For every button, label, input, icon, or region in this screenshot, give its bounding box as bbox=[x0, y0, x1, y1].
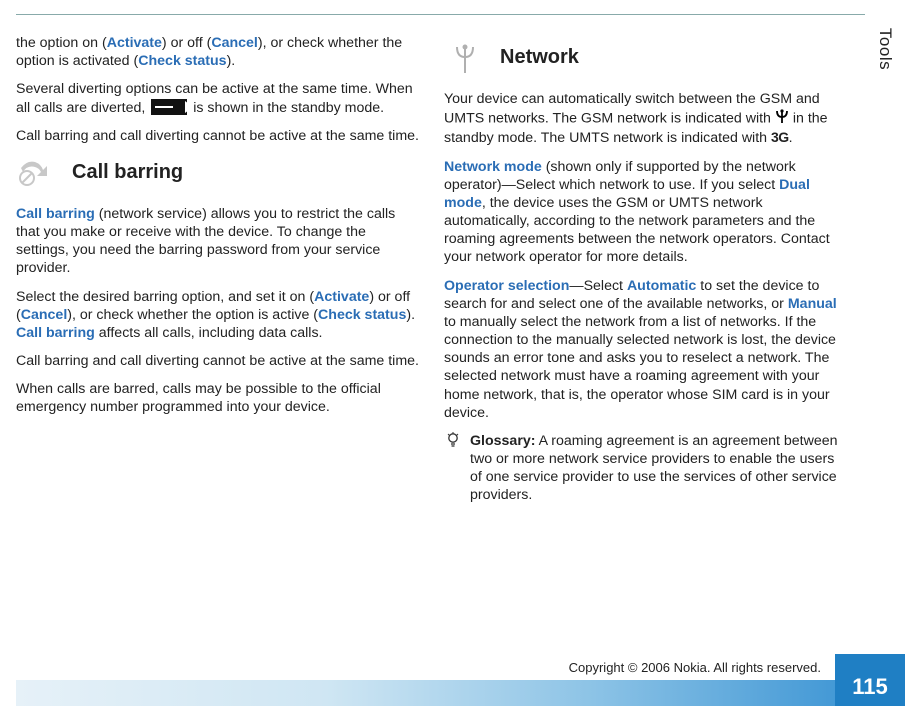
copyright-text: Copyright © 2006 Nokia. All rights reser… bbox=[569, 660, 821, 675]
top-rule bbox=[16, 14, 865, 15]
text: is shown in the standby mode. bbox=[189, 100, 384, 116]
heading: Network bbox=[500, 45, 579, 71]
glossary-block: Glossary: A roaming agreement is an agre… bbox=[444, 432, 848, 505]
text: affects all calls, including data calls. bbox=[95, 325, 323, 341]
copyright-line: Copyright © 2006 Nokia. All rights reser… bbox=[16, 654, 905, 680]
text: ). bbox=[227, 53, 236, 69]
left-column: the option on (Activate) or off (Cancel)… bbox=[16, 34, 420, 622]
paragraph: Call barring (network service) allows yo… bbox=[16, 205, 420, 278]
keyword-call-barring: Call barring bbox=[16, 325, 95, 341]
section-heading-call-barring: Call barring bbox=[16, 155, 420, 191]
glossary-label: Glossary: bbox=[470, 433, 535, 449]
content-columns: the option on (Activate) or off (Cancel)… bbox=[16, 22, 865, 622]
keyword-cancel: Cancel bbox=[21, 307, 68, 323]
keyword-check-status: Check status bbox=[318, 307, 406, 323]
paragraph: the option on (Activate) or off (Cancel)… bbox=[16, 34, 420, 70]
paragraph: Several diverting options can be active … bbox=[16, 80, 420, 116]
glossary-text: Glossary: A roaming agreement is an agre… bbox=[470, 432, 848, 505]
antenna-icon bbox=[444, 40, 486, 76]
paragraph: When calls are barred, calls may be poss… bbox=[16, 380, 420, 416]
threeg-icon: 3G bbox=[771, 129, 789, 145]
paragraph: Network mode (shown only if supported by… bbox=[444, 158, 848, 267]
keyword-activate: Activate bbox=[314, 289, 369, 305]
text: , the device uses the GSM or UMTS networ… bbox=[444, 195, 830, 266]
section-tab-label: Tools bbox=[875, 28, 895, 70]
text: to manually select the network from a li… bbox=[444, 314, 836, 421]
page-number: 115 bbox=[835, 654, 905, 706]
text: Select the desired barring option, and s… bbox=[16, 289, 314, 305]
keyword-call-barring: Call barring bbox=[16, 206, 95, 222]
text: —Select bbox=[569, 278, 627, 294]
section-tab: Tools bbox=[871, 14, 899, 84]
keyword-operator-selection: Operator selection bbox=[444, 278, 569, 294]
keyword-manual: Manual bbox=[788, 296, 837, 312]
keyword-check-status: Check status bbox=[138, 53, 226, 69]
page: Tools the option on (Activate) or off (C… bbox=[0, 0, 905, 706]
bulb-icon bbox=[444, 432, 462, 505]
paragraph: Call barring and call diverting cannot b… bbox=[16, 127, 420, 145]
heading: Call barring bbox=[72, 160, 183, 186]
text: . bbox=[789, 130, 793, 146]
divert-icon bbox=[151, 99, 187, 115]
paragraph: Select the desired barring option, and s… bbox=[16, 288, 420, 343]
text: ). bbox=[406, 307, 415, 323]
text: ), or check whether the option is active… bbox=[67, 307, 318, 323]
right-column: Network Your device can automatically sw… bbox=[444, 34, 848, 622]
text: the option on ( bbox=[16, 35, 107, 51]
keyword-cancel: Cancel bbox=[211, 35, 258, 51]
text: ) or off ( bbox=[162, 35, 211, 51]
section-heading-network: Network bbox=[444, 40, 848, 76]
paragraph: Your device can automatically switch bet… bbox=[444, 90, 848, 148]
text: Your device can automatically switch bet… bbox=[444, 91, 820, 127]
keyword-activate: Activate bbox=[107, 35, 162, 51]
paragraph: Operator selection—Select Automatic to s… bbox=[444, 277, 848, 422]
call-barring-icon bbox=[16, 155, 58, 191]
keyword-network-mode: Network mode bbox=[444, 159, 542, 175]
antenna-small-icon bbox=[775, 108, 789, 129]
keyword-automatic: Automatic bbox=[627, 278, 696, 294]
page-footer: Copyright © 2006 Nokia. All rights reser… bbox=[16, 654, 905, 706]
paragraph: Call barring and call diverting cannot b… bbox=[16, 352, 420, 370]
footer-gradient-bar bbox=[16, 680, 905, 706]
